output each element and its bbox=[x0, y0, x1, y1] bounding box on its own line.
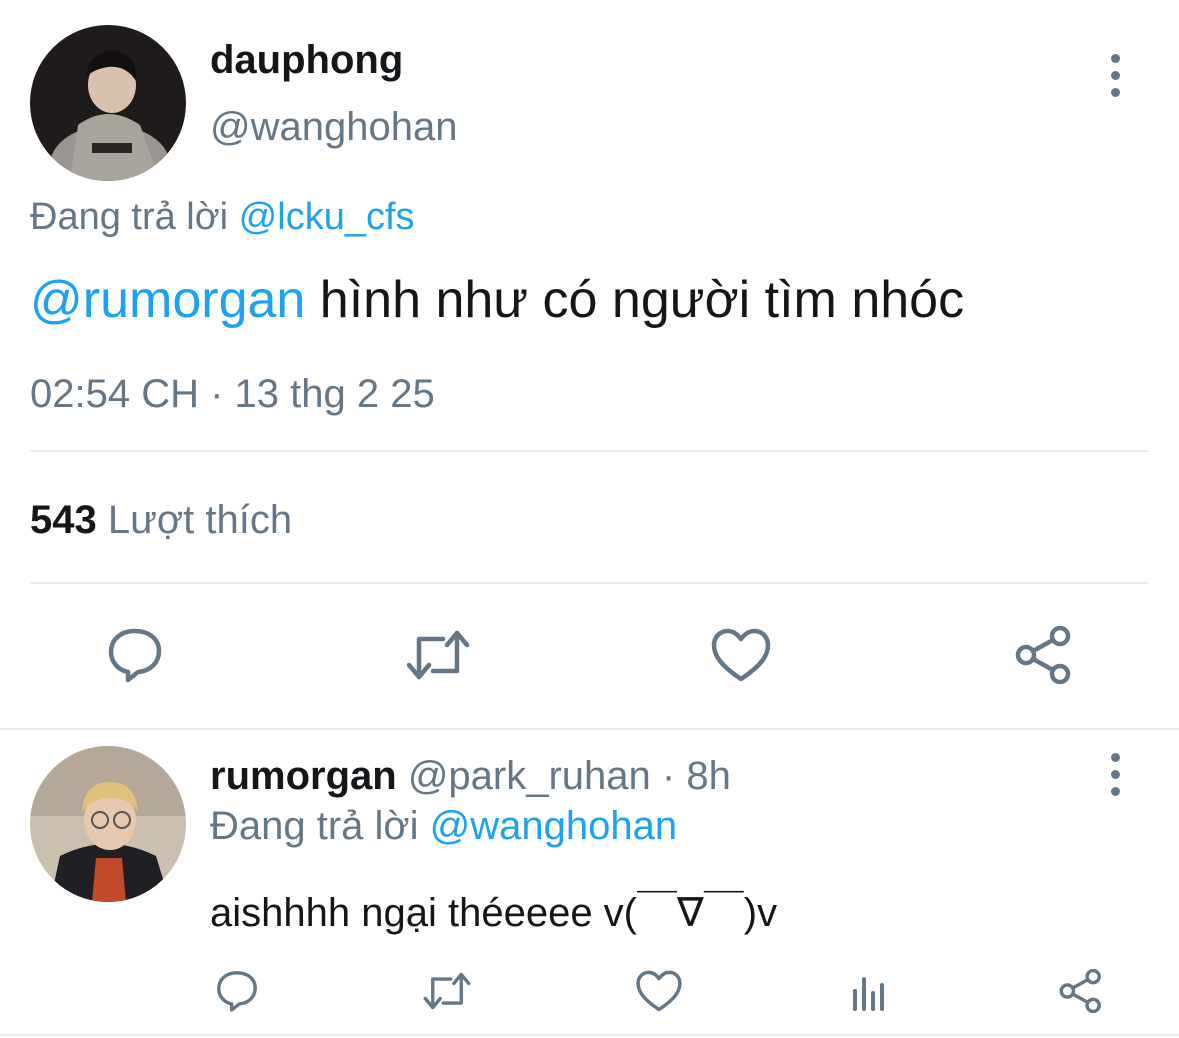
divider bbox=[30, 582, 1148, 584]
more-options-button[interactable] bbox=[1095, 45, 1135, 105]
likes-label: Lượt thích bbox=[107, 498, 293, 542]
user-handle-time[interactable]: @park_ruhan · 8h bbox=[408, 754, 731, 798]
like-button[interactable] bbox=[632, 966, 686, 1016]
share-button[interactable] bbox=[1010, 622, 1078, 688]
replying-to-mention[interactable]: @lcku_cfs bbox=[239, 196, 415, 238]
like-icon bbox=[636, 970, 682, 1012]
replying-to-mention[interactable]: @wanghohan bbox=[430, 804, 677, 848]
replying-to: Đang trả lời @wanghohan bbox=[210, 804, 677, 849]
share-button[interactable] bbox=[1054, 966, 1108, 1016]
more-options-button[interactable] bbox=[1095, 744, 1135, 804]
retweet-button[interactable] bbox=[418, 966, 476, 1016]
more-icon-dot bbox=[1110, 769, 1120, 779]
like-icon bbox=[711, 628, 771, 682]
main-tweet: dauphong @wanghohan Đang trả lời @lcku_c… bbox=[0, 0, 1179, 728]
tweet-text: @rumorgan hình như có người tìm nhóc bbox=[30, 270, 964, 330]
tweet-text: aishhhh ngại théeeee v(￣∇￣)v bbox=[210, 891, 778, 935]
display-name[interactable]: dauphong bbox=[210, 38, 403, 83]
likes-stat[interactable]: 543 Lượt thích bbox=[30, 498, 292, 543]
more-icon-dot bbox=[1110, 87, 1120, 97]
replying-to-label: Đang trả lời bbox=[210, 804, 419, 848]
like-button[interactable] bbox=[706, 622, 776, 688]
user-handle[interactable]: @wanghohan bbox=[210, 105, 457, 150]
replying-to: Đang trả lời @lcku_cfs bbox=[30, 196, 415, 239]
retweet-button[interactable] bbox=[400, 622, 476, 688]
display-name[interactable]: rumorgan bbox=[210, 754, 397, 798]
reply-button[interactable] bbox=[210, 966, 264, 1016]
tweet-body: hình như có người tìm nhóc bbox=[319, 271, 965, 329]
analytics-icon bbox=[853, 977, 884, 1011]
more-icon bbox=[1110, 53, 1120, 63]
more-icon-dot bbox=[1110, 786, 1120, 796]
avatar[interactable] bbox=[30, 746, 186, 902]
analytics-button[interactable] bbox=[846, 966, 892, 1016]
likes-count: 543 bbox=[30, 498, 97, 542]
avatar-photo bbox=[30, 746, 186, 902]
avatar[interactable] bbox=[30, 25, 186, 181]
tweet-mention[interactable]: @rumorgan bbox=[30, 271, 305, 329]
share-icon bbox=[1059, 969, 1101, 1013]
reply-icon bbox=[108, 628, 162, 683]
reply-button[interactable] bbox=[100, 622, 170, 688]
timestamp[interactable]: 02:54 CH · 13 thg 2 25 bbox=[30, 372, 435, 417]
reply-icon bbox=[217, 971, 257, 1012]
divider bbox=[30, 450, 1148, 452]
more-icon-dot bbox=[1110, 70, 1120, 80]
avatar-photo bbox=[30, 25, 186, 181]
retweet-icon bbox=[406, 630, 470, 680]
divider bbox=[0, 1034, 1179, 1036]
share-icon bbox=[1015, 626, 1071, 684]
retweet-icon bbox=[423, 972, 471, 1010]
reply-header: rumorgan @park_ruhan · 8h bbox=[210, 754, 731, 799]
reply-tweet[interactable]: rumorgan @park_ruhan · 8h Đang trả lời @… bbox=[0, 730, 1179, 1038]
replying-to-label: Đang trả lời bbox=[30, 196, 229, 238]
more-icon bbox=[1110, 752, 1120, 762]
